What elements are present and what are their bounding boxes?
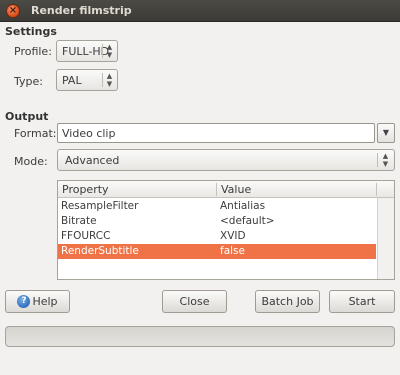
title-bar: × Render filmstrip bbox=[0, 0, 400, 22]
table-header: Property Value bbox=[58, 181, 394, 198]
mode-label: Mode: bbox=[14, 155, 48, 168]
output-section-label: Output bbox=[5, 110, 49, 123]
mode-value: Advanced bbox=[65, 154, 120, 167]
start-button[interactable]: Start bbox=[329, 290, 395, 313]
type-value: PAL bbox=[62, 74, 82, 87]
table-row[interactable]: FFOURCC XVID bbox=[58, 229, 376, 244]
close-icon[interactable]: × bbox=[6, 4, 20, 18]
table-row[interactable]: ResampleFilter Antialias bbox=[58, 199, 376, 214]
batch-job-button[interactable]: Batch Job bbox=[255, 290, 320, 313]
progress-bar bbox=[5, 326, 395, 347]
format-value: Video clip bbox=[62, 127, 116, 140]
help-button[interactable]: ? Help bbox=[5, 290, 70, 313]
profile-label: Profile: bbox=[14, 45, 52, 58]
help-icon: ? bbox=[17, 294, 31, 308]
close-button[interactable]: Close bbox=[162, 290, 227, 313]
type-spinner[interactable]: PAL ▲ ▼ bbox=[56, 69, 118, 91]
spin-arrows-icon[interactable]: ▲ ▼ bbox=[105, 72, 114, 88]
profile-spinner[interactable]: FULL-HD ▲ ▼ bbox=[56, 40, 118, 62]
settings-section-label: Settings bbox=[5, 25, 57, 38]
properties-table[interactable]: Property Value ResampleFilter Antialias … bbox=[57, 180, 395, 280]
mode-combo[interactable]: Advanced ▲ ▼ bbox=[57, 149, 395, 171]
window-title: Render filmstrip bbox=[31, 4, 132, 17]
column-header-value[interactable]: Value bbox=[221, 183, 251, 196]
format-dropdown-button[interactable]: ▼ bbox=[377, 123, 395, 143]
type-label: Type: bbox=[14, 75, 43, 88]
column-header-property[interactable]: Property bbox=[62, 183, 109, 196]
format-label: Format: bbox=[14, 127, 57, 140]
table-row[interactable]: Bitrate <default> bbox=[58, 214, 376, 229]
table-row-selected[interactable]: RenderSubtitle false bbox=[58, 244, 376, 259]
table-scrollbar[interactable] bbox=[377, 198, 394, 279]
format-entry[interactable]: Video clip bbox=[57, 123, 375, 143]
spin-arrows-icon: ▲ ▼ bbox=[382, 152, 389, 168]
chevron-down-icon: ▼ bbox=[382, 128, 390, 137]
spin-arrows-icon[interactable]: ▲ ▼ bbox=[105, 43, 114, 59]
